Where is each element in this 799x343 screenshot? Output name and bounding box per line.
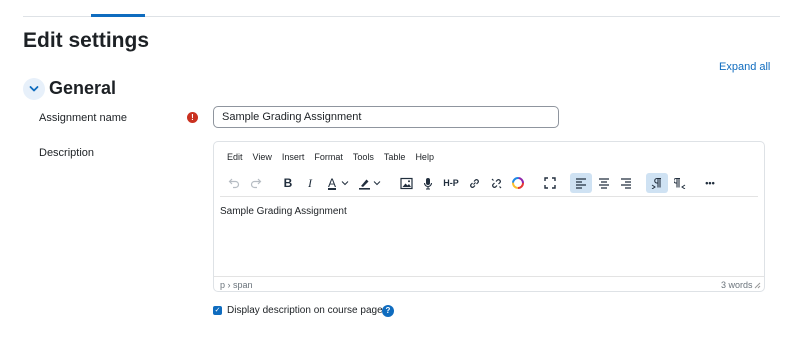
menu-format[interactable]: Format bbox=[314, 152, 343, 162]
rtl-direction-icon bbox=[674, 177, 686, 189]
fullscreen-button[interactable] bbox=[540, 173, 560, 193]
menu-edit[interactable]: Edit bbox=[227, 152, 243, 162]
bold-button[interactable]: B bbox=[278, 173, 298, 193]
right-to-left-button[interactable] bbox=[670, 173, 690, 193]
ltr-direction-icon bbox=[651, 177, 661, 189]
help-icon[interactable]: ? bbox=[382, 305, 394, 317]
redo-icon bbox=[250, 178, 262, 189]
left-to-right-button[interactable] bbox=[646, 173, 668, 193]
accessibility-checker-button[interactable] bbox=[508, 173, 528, 193]
undo-icon bbox=[228, 178, 240, 189]
required-icon: ! bbox=[187, 112, 198, 123]
description-label: Description bbox=[39, 147, 95, 159]
highlight-color-dropdown[interactable] bbox=[372, 173, 382, 193]
toolbar-divider bbox=[220, 196, 758, 197]
menu-view[interactable]: View bbox=[253, 152, 272, 162]
align-center-icon bbox=[599, 178, 609, 189]
color-swirl-icon bbox=[512, 177, 524, 189]
editor-toolbar: B I A H-P ••• bbox=[222, 173, 758, 193]
align-center-button[interactable] bbox=[594, 173, 614, 193]
microphone-icon bbox=[423, 177, 433, 190]
assignment-name-input[interactable] bbox=[213, 106, 559, 128]
word-count[interactable]: 3 words bbox=[721, 280, 753, 290]
editor-content[interactable]: Sample Grading Assignment bbox=[220, 206, 347, 217]
italic-button[interactable]: I bbox=[300, 173, 320, 193]
page-title: Edit settings bbox=[23, 29, 150, 52]
unlink-icon bbox=[491, 178, 501, 188]
align-right-button[interactable] bbox=[616, 173, 636, 193]
record-audio-button[interactable] bbox=[418, 173, 438, 193]
section-collapse-toggle[interactable] bbox=[23, 78, 45, 100]
display-description-label: Display description on course page bbox=[227, 305, 383, 316]
unlink-button[interactable] bbox=[486, 173, 506, 193]
redo-button[interactable] bbox=[246, 173, 266, 193]
chevron-down-icon bbox=[373, 181, 381, 186]
h5p-button[interactable]: H-P bbox=[440, 173, 462, 193]
menu-tools[interactable]: Tools bbox=[353, 152, 374, 162]
expand-all-link[interactable]: Expand all bbox=[719, 61, 770, 73]
align-right-icon bbox=[621, 178, 631, 189]
section-title-general: General bbox=[49, 78, 117, 98]
active-tab-indicator bbox=[91, 14, 145, 17]
element-path[interactable]: p › span bbox=[220, 280, 253, 290]
menu-help[interactable]: Help bbox=[415, 152, 434, 162]
assignment-name-label: Assignment name bbox=[39, 112, 128, 124]
resize-handle-icon[interactable] bbox=[754, 281, 761, 291]
link-icon bbox=[469, 178, 479, 188]
text-color-button[interactable]: A bbox=[322, 173, 342, 193]
undo-button[interactable] bbox=[224, 173, 244, 193]
chevron-down-icon bbox=[341, 181, 349, 186]
statusbar-divider bbox=[214, 276, 764, 277]
image-button[interactable] bbox=[396, 173, 416, 193]
highlighter-icon bbox=[358, 179, 370, 190]
highlight-color-button[interactable] bbox=[354, 173, 374, 193]
menu-insert[interactable]: Insert bbox=[282, 152, 305, 162]
chevron-down-icon bbox=[29, 86, 39, 92]
link-button[interactable] bbox=[464, 173, 484, 193]
display-description-checkbox[interactable]: ✓ bbox=[213, 306, 222, 315]
editor-menubar: Edit View Insert Format Tools Table Help bbox=[227, 152, 434, 162]
menu-table[interactable]: Table bbox=[384, 152, 406, 162]
align-left-button[interactable] bbox=[570, 173, 592, 193]
align-left-icon bbox=[576, 178, 586, 189]
text-color-dropdown[interactable] bbox=[340, 173, 350, 193]
image-icon bbox=[399, 177, 413, 189]
more-options-button[interactable]: ••• bbox=[700, 173, 720, 193]
description-editor: Edit View Insert Format Tools Table Help… bbox=[213, 141, 765, 292]
fullscreen-icon bbox=[544, 177, 556, 189]
